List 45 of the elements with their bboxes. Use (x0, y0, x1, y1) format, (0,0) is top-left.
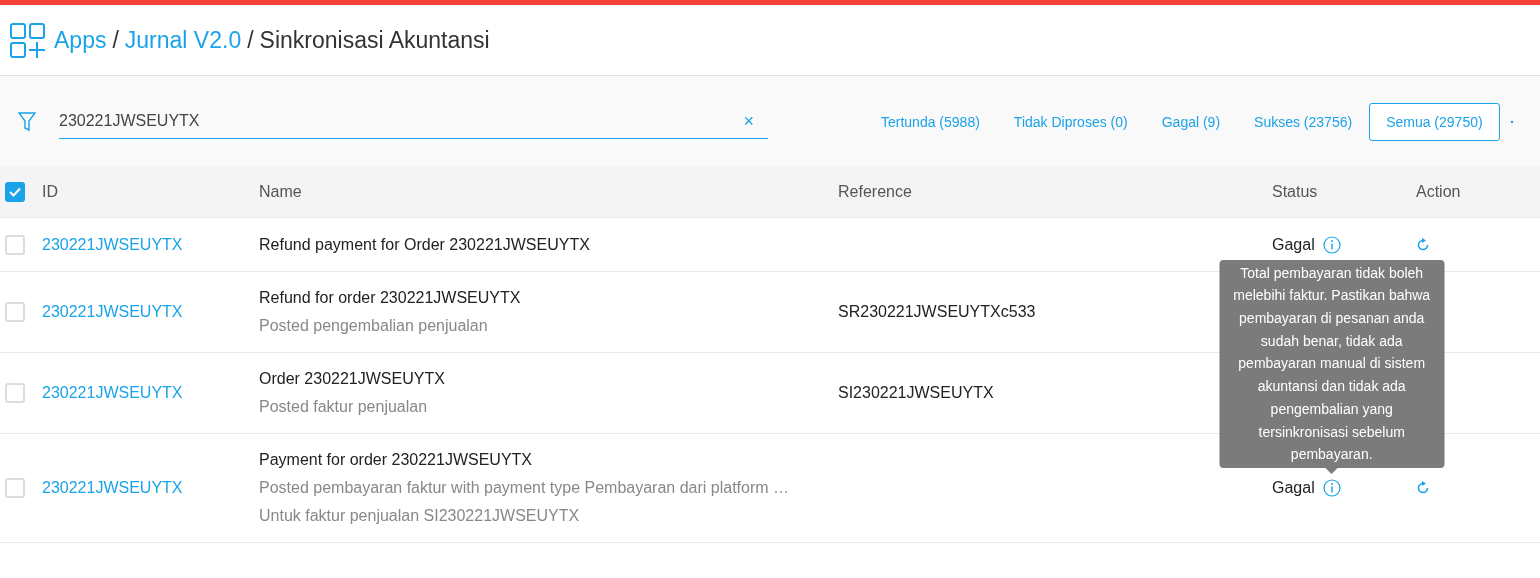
row-name: Refund payment for Order 230221JWSEUYTX (259, 234, 590, 255)
id-link[interactable]: 230221JWSEUYTX (42, 235, 183, 254)
breadcrumb-link[interactable]: Jurnal V2.0 (124, 26, 242, 54)
search-field[interactable]: 230221JWSEUYTX × (59, 104, 768, 139)
filter-icon[interactable] (18, 111, 36, 132)
tooltip: Total pembayaran tidak boleh melebihi faktur. Pastikan bahwa pembayaran di pesanan anda sudah benar, tidak ada pembayaran manual di sistem akuntansi dan tidak ada pengembalian yang tersinkronisasi sebelum pembayaran. (1219, 259, 1445, 468)
breadcrumb-link[interactable]: Apps (54, 26, 107, 54)
filter-tab[interactable]: Sukses (23756) (1237, 102, 1370, 141)
status-text: Gagal (1272, 235, 1315, 254)
column-header: Action (1416, 183, 1461, 201)
row-detail: Posted pengembalian penjualan (259, 316, 488, 336)
row-name: Order 230221JWSEUYTX (259, 369, 445, 389)
checkbox[interactable] (5, 182, 25, 202)
filter-tab[interactable]: Tertunda (5988) (864, 102, 997, 141)
filter-tab[interactable]: Semua (29750) (1369, 102, 1500, 141)
apps-grid-icon (10, 23, 46, 59)
id-link[interactable]: 230221JWSEUYTX (42, 303, 183, 321)
row-name: Payment for order 230221JWSEUYTX (259, 450, 532, 470)
column-header: Status (1272, 183, 1318, 201)
column-header: ID (42, 183, 58, 201)
row-detail: Posted faktur penjualan (259, 397, 428, 417)
filter-tab[interactable]: Tidak Diproses (0) (996, 102, 1145, 141)
info-icon[interactable] (1322, 235, 1341, 254)
breadcrumb-separator: / (112, 26, 119, 54)
tooltip-arrow-icon (1325, 468, 1338, 474)
row-name: Refund for order 230221JWSEUYTX (259, 288, 521, 308)
reference-text: SI230221JWSEUYTX (838, 384, 994, 402)
column-header: Reference (838, 183, 912, 201)
search-input[interactable]: 230221JWSEUYTX (59, 112, 744, 130)
filter-tab[interactable]: Gagal (9) (1144, 102, 1238, 141)
reference-text: SR230221JWSEUYTXc533 (838, 303, 1036, 321)
refresh-icon[interactable] (1416, 481, 1430, 495)
more-icon[interactable] (1509, 119, 1516, 124)
checkmark-icon (9, 187, 21, 197)
breadcrumb-separator: / (247, 26, 254, 54)
id-link[interactable]: 230221JWSEUYTX (42, 384, 183, 402)
info-icon[interactable] (1322, 479, 1341, 497)
column-header: Name (259, 183, 302, 201)
row-detail: Untuk faktur penjualan SI230221JWSEUYTX (259, 506, 580, 526)
clear-icon[interactable]: × (743, 110, 754, 132)
refresh-icon[interactable] (1416, 237, 1430, 252)
page-title: Sinkronisasi Akuntansi (259, 26, 490, 54)
status-text: Gagal (1272, 479, 1315, 497)
id-link[interactable]: 230221JWSEUYTX (42, 479, 183, 497)
row-detail: Posted pembayaran faktur with payment type Pembayaran dari platform … (259, 478, 790, 498)
